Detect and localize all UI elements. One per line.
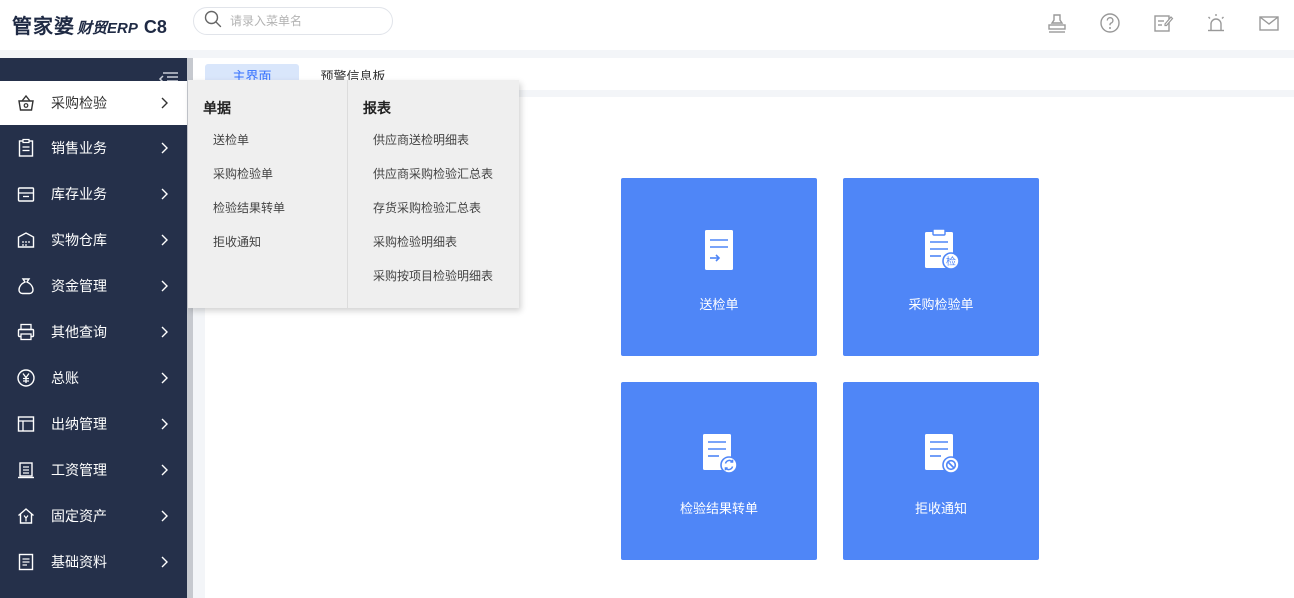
chevron-right-icon [161, 97, 168, 109]
inspection-clipboard-icon: 检 [925, 228, 960, 270]
sidebar-item-purchase-inspection[interactable]: 采购检验 [0, 81, 187, 125]
tile-purchase-inspection[interactable]: 检 采购检验单 [843, 178, 1039, 356]
header-toolbar [1046, 12, 1280, 34]
yen-icon [16, 368, 36, 388]
sidebar-menu: 采购检验 销售业务 库存业务 实物仓库 资金管理 其他查询 总账 出纳管理 工资 [0, 81, 187, 585]
submenu-item-supplier-summary[interactable]: 供应商采购检验汇总表 [373, 166, 493, 200]
sidebar-item-payroll[interactable]: 工资管理 [0, 447, 187, 493]
sidebar-item-fixed-assets[interactable]: 固定资产 [0, 493, 187, 539]
logo-sub-text: 财贸ERP [77, 20, 138, 37]
send-inspection-icon [705, 230, 733, 270]
chevron-right-icon [161, 142, 168, 154]
search-icon [204, 10, 222, 33]
sidebar-item-funds[interactable]: 资金管理 [0, 263, 187, 309]
warehouse-icon [16, 230, 36, 250]
logo-main-text: 管家婆 [12, 16, 75, 38]
clipboard-icon [16, 138, 36, 158]
app-logo: 管家婆 财贸ERP C8 [12, 10, 167, 39]
building-icon [16, 460, 36, 480]
inventory-icon [16, 184, 36, 204]
tile-label: 送检单 [699, 297, 739, 312]
menu-search-box[interactable] [193, 7, 393, 35]
submenu-heading-reports: 报表 [363, 100, 391, 116]
sidebar-item-sales[interactable]: 销售业务 [0, 125, 187, 171]
printer-icon [16, 322, 36, 342]
submenu-heading-documents: 单据 [203, 100, 231, 116]
chevron-right-icon [161, 464, 168, 476]
sidebar-item-general-ledger[interactable]: 总账 [0, 355, 187, 401]
submenu-documents-column: 单据 送检单 采购检验单 检验结果转单 拒收通知 [188, 80, 348, 308]
submenu-item-inspection-detail[interactable]: 采购检验明细表 [373, 234, 493, 268]
edit-icon[interactable] [1152, 12, 1174, 34]
submenu-item-purchase-inspection[interactable]: 采购检验单 [213, 166, 285, 200]
sidebar-item-label: 基础资料 [51, 554, 107, 570]
submenu-item-result-transfer[interactable]: 检验结果转单 [213, 200, 285, 234]
tile-result-transfer[interactable]: 检验结果转单 [621, 382, 817, 560]
search-input[interactable] [230, 14, 370, 28]
chevron-right-icon [161, 510, 168, 522]
sidebar-item-label: 出纳管理 [51, 416, 107, 432]
sidebar-item-label: 资金管理 [51, 278, 107, 294]
logo-version: C8 [143, 17, 167, 37]
stamp-icon[interactable] [1046, 12, 1068, 34]
inspection-badge-text: 检 [946, 255, 956, 268]
tile-label: 检验结果转单 [679, 501, 758, 516]
submenu-documents-list: 送检单 采购检验单 检验结果转单 拒收通知 [213, 132, 285, 268]
sidebar-item-cashier[interactable]: 出纳管理 [0, 401, 187, 447]
tile-send-inspection[interactable]: 送检单 [621, 178, 817, 356]
sidebar-item-warehouse[interactable]: 实物仓库 [0, 217, 187, 263]
sidebar-item-basic-data[interactable]: 基础资料 [0, 539, 187, 585]
sidebar-item-inventory[interactable]: 库存业务 [0, 171, 187, 217]
submenu-item-send-inspection[interactable]: 送检单 [213, 132, 285, 166]
tile-label: 采购检验单 [908, 297, 974, 312]
sidebar-item-label: 实物仓库 [51, 232, 107, 248]
sidebar-item-other-query[interactable]: 其他查询 [0, 309, 187, 355]
top-header: 管家婆 财贸ERP C8 [0, 0, 1294, 50]
chevron-right-icon [161, 188, 168, 200]
sidebar-item-label: 工资管理 [51, 462, 107, 478]
submenu-item-supplier-detail[interactable]: 供应商送检明细表 [373, 132, 493, 166]
chevron-right-icon [161, 280, 168, 292]
sidebar-item-label: 销售业务 [51, 140, 107, 156]
submenu-item-reject-notice[interactable]: 拒收通知 [213, 234, 285, 268]
chevron-right-icon [161, 372, 168, 384]
tile-reject-notice[interactable]: 拒收通知 [843, 382, 1039, 560]
sidebar-item-label: 库存业务 [51, 186, 107, 202]
chevron-right-icon [161, 234, 168, 246]
sidebar-item-label: 固定资产 [51, 508, 107, 524]
submenu-flyout: 单据 送检单 采购检验单 检验结果转单 拒收通知 报表 供应商送检明细表 供应商… [188, 80, 519, 308]
submenu-item-project-detail[interactable]: 采购按项目检验明细表 [373, 268, 493, 302]
help-icon[interactable] [1099, 12, 1121, 34]
sidebar-item-label: 其他查询 [51, 324, 107, 340]
money-bag-icon [16, 276, 36, 296]
sidebar-item-label: 总账 [51, 370, 79, 386]
mail-icon[interactable] [1258, 12, 1280, 34]
house-icon [16, 506, 36, 526]
chevron-right-icon [161, 326, 168, 338]
chevron-right-icon [161, 556, 168, 568]
tile-label: 拒收通知 [914, 501, 967, 516]
submenu-reports-column: 报表 供应商送检明细表 供应商采购检验汇总表 存货采购检验汇总表 采购检验明细表… [348, 80, 519, 308]
basket-icon [16, 93, 36, 113]
sidebar-item-label: 采购检验 [51, 95, 107, 111]
layout-icon [16, 414, 36, 434]
submenu-item-stock-summary[interactable]: 存货采购检验汇总表 [373, 200, 493, 234]
doc-list-icon [16, 552, 36, 572]
transfer-doc-icon [703, 434, 738, 474]
alarm-icon[interactable] [1205, 12, 1227, 34]
reject-doc-icon [925, 434, 960, 474]
submenu-reports-list: 供应商送检明细表 供应商采购检验汇总表 存货采购检验汇总表 采购检验明细表 采购… [373, 132, 493, 302]
chevron-right-icon [161, 418, 168, 430]
